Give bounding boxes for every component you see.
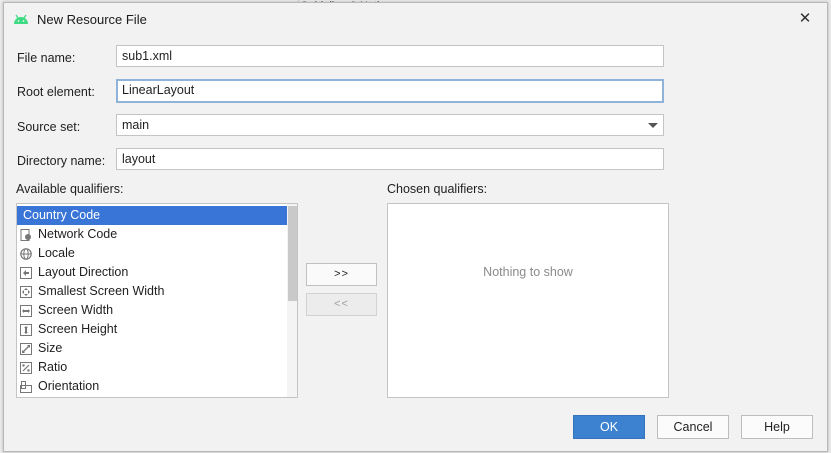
qualifier-item-orientation[interactable]: Orientation (17, 377, 287, 396)
qualifier-item-screen-width[interactable]: Screen Width (17, 301, 287, 320)
directory-name-field[interactable]: layout (116, 148, 664, 170)
source-set-label: Source set: (17, 120, 81, 134)
qualifier-item-label: Smallest Screen Width (38, 284, 165, 298)
ok-button[interactable]: OK (573, 415, 645, 439)
smallest-width-icon (20, 285, 32, 298)
directory-name-value: layout (122, 152, 156, 166)
available-list-scrollbar[interactable] (287, 204, 297, 397)
screen-height-icon (20, 323, 32, 336)
ratio-icon (20, 361, 32, 374)
android-icon (13, 13, 29, 25)
help-button[interactable]: Help (741, 415, 813, 439)
dialog-titlebar: New Resource File ✕ (4, 3, 827, 35)
qualifier-item-label: Screen Height (38, 322, 118, 336)
qualifier-item-layout-direction[interactable]: Layout Direction (17, 263, 287, 282)
network-code-icon (20, 228, 32, 241)
empty-state-text: Nothing to show (483, 265, 573, 279)
root-element-value: LinearLayout (122, 83, 195, 97)
qualifier-item-locale[interactable]: Locale (17, 244, 287, 263)
qualifier-item-size[interactable]: Size (17, 339, 287, 358)
qualifier-item-screen-height[interactable]: Screen Height (17, 320, 287, 339)
qualifier-item-label: Layout Direction (38, 265, 129, 279)
layout-direction-icon (20, 266, 32, 279)
qualifier-item-ratio[interactable]: Ratio (17, 358, 287, 377)
directory-name-label: Directory name: (17, 154, 106, 168)
qualifier-item-label: Screen Width (38, 303, 114, 317)
dialog-title: New Resource File (37, 12, 147, 27)
cancel-button[interactable]: Cancel (657, 415, 729, 439)
available-qualifiers-list[interactable]: Country Code Network Code Locale Layout … (16, 203, 298, 398)
add-qualifier-button[interactable]: >> (306, 263, 377, 286)
chosen-qualifiers-label: Chosen qualifiers: (387, 182, 488, 196)
qualifier-item-country-code[interactable]: Country Code (17, 206, 287, 225)
qualifier-item-label: Size (38, 341, 63, 355)
available-qualifiers-label: Available qualifiers: (16, 182, 124, 196)
size-icon (20, 342, 32, 355)
source-set-select[interactable]: main (116, 114, 664, 136)
close-icon: ✕ (798, 10, 812, 27)
screen-width-icon (20, 304, 32, 317)
qualifier-item-label: Locale (38, 246, 75, 260)
new-resource-file-dialog: New Resource File ✕ File name: sub1.xml … (3, 2, 828, 452)
qualifier-item-label: Orientation (38, 379, 100, 393)
remove-qualifier-button[interactable]: << (306, 293, 377, 316)
qualifier-item-label: Network Code (38, 227, 118, 241)
qualifier-item-network-code[interactable]: Network Code (17, 225, 287, 244)
root-element-label: Root element: (17, 85, 95, 99)
qualifier-item-label: Ratio (38, 360, 68, 374)
source-set-value: main (122, 118, 150, 132)
file-name-field[interactable]: sub1.xml (116, 45, 664, 67)
qualifier-item-label: Country Code (23, 208, 101, 222)
close-button[interactable]: ✕ (794, 9, 816, 29)
root-element-field[interactable]: LinearLayout (116, 79, 664, 103)
chevron-down-icon (648, 123, 658, 128)
globe-icon (20, 247, 32, 260)
scrollbar-thumb[interactable] (288, 206, 297, 301)
qualifier-item-smallest-screen-width[interactable]: Smallest Screen Width (17, 282, 287, 301)
orientation-icon (20, 380, 32, 393)
file-name-value: sub1.xml (122, 49, 173, 63)
file-name-label: File name: (17, 51, 76, 65)
chosen-qualifiers-list[interactable]: Nothing to show (387, 203, 669, 398)
